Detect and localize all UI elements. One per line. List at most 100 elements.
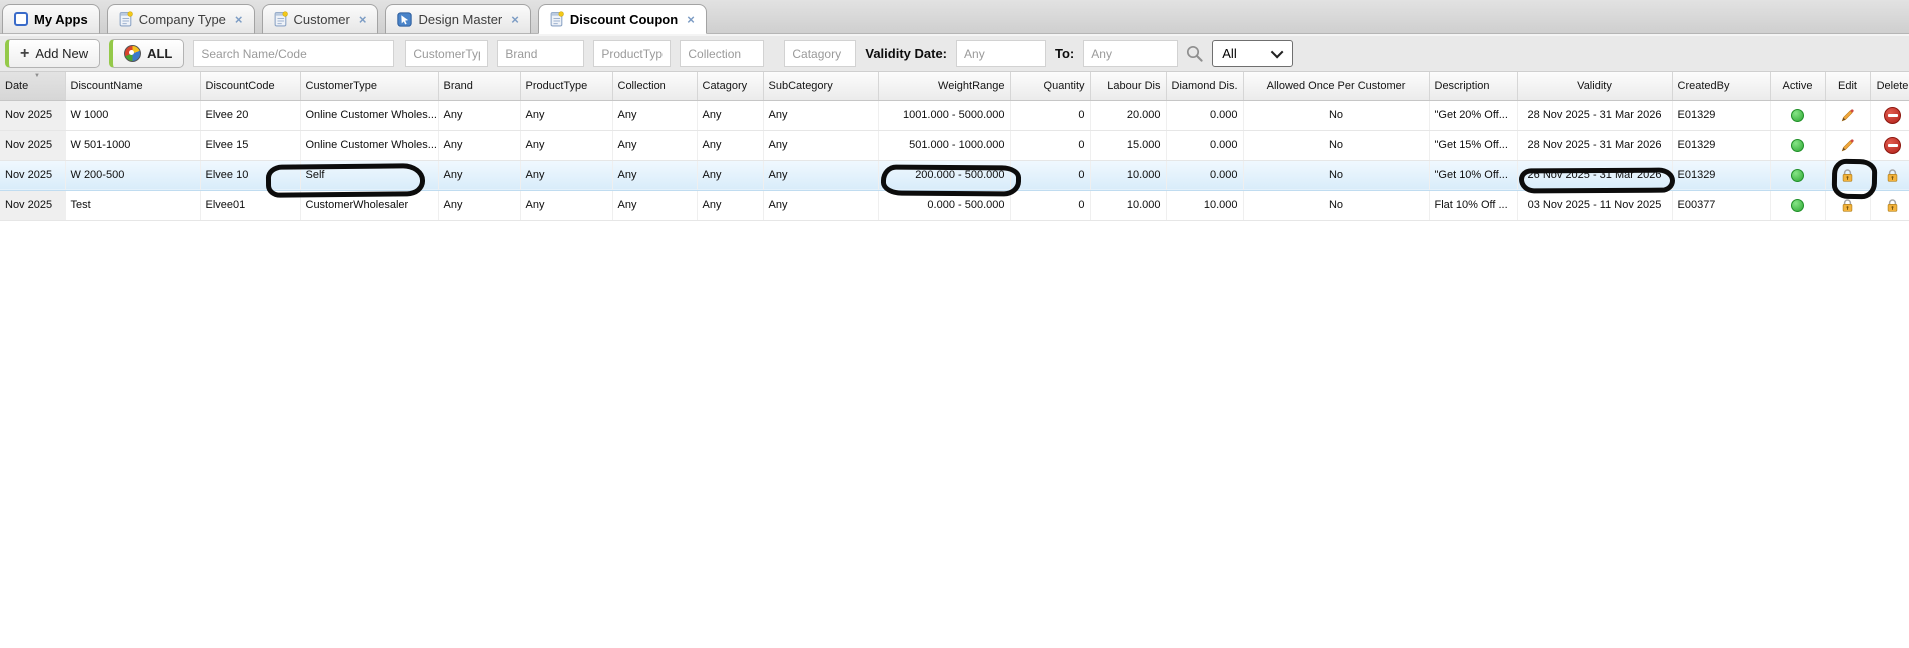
filter-customer-type-input[interactable] xyxy=(405,40,488,67)
close-icon[interactable]: × xyxy=(511,12,519,27)
cell-edit xyxy=(1825,160,1870,190)
cell-allowed_once: No xyxy=(1243,130,1429,160)
cell-catagory: Any xyxy=(697,130,763,160)
cell-allowed_once: No xyxy=(1243,160,1429,190)
cell-created_by: E01329 xyxy=(1672,160,1770,190)
table-row[interactable]: Nov 2025W 200-500Elvee 10SelfAnyAnyAnyAn… xyxy=(0,160,1909,190)
cell-allowed_once: No xyxy=(1243,190,1429,220)
tab-customer[interactable]: Customer× xyxy=(262,4,379,34)
cell-validity: 28 Nov 2025 - 31 Mar 2026 xyxy=(1517,100,1672,130)
column-header-validity[interactable]: Validity xyxy=(1517,72,1672,100)
table-row[interactable]: Nov 2025TestElvee01CustomerWholesalerAny… xyxy=(0,190,1909,220)
cell-quantity: 0 xyxy=(1010,160,1090,190)
filter-collection-input[interactable] xyxy=(680,40,764,67)
cell-labour_dis: 15.000 xyxy=(1090,130,1166,160)
tab-label: Design Master xyxy=(418,12,502,27)
validity-to-input[interactable] xyxy=(1083,40,1178,67)
cell-sub_category: Any xyxy=(763,130,878,160)
cell-delete xyxy=(1870,100,1909,130)
column-header-date[interactable]: Date▼ xyxy=(0,72,65,100)
column-header-discount_name[interactable]: DiscountName xyxy=(65,72,200,100)
column-header-active[interactable]: Active xyxy=(1770,72,1825,100)
column-header-discount_code[interactable]: DiscountCode xyxy=(200,72,300,100)
cell-active xyxy=(1770,160,1825,190)
column-header-weight_range[interactable]: WeightRange xyxy=(878,72,1010,100)
cell-date: Nov 2025 xyxy=(0,190,65,220)
edit-button[interactable] xyxy=(1840,168,1855,183)
grid-area: Date▼DiscountNameDiscountCodeCustomerTyp… xyxy=(0,72,1909,221)
delete-button[interactable] xyxy=(1884,107,1901,124)
cell-validity: 28 Nov 2025 - 31 Mar 2026 xyxy=(1517,130,1672,160)
column-header-created_by[interactable]: CreatedBy xyxy=(1672,72,1770,100)
cell-created_by: E01329 xyxy=(1672,130,1770,160)
column-header-diamond_dis[interactable]: Diamond Dis. xyxy=(1166,72,1243,100)
cell-edit xyxy=(1825,100,1870,130)
tab-my-apps[interactable]: My Apps xyxy=(2,4,100,34)
column-header-customer_type[interactable]: CustomerType xyxy=(300,72,438,100)
edit-button[interactable] xyxy=(1840,108,1855,123)
column-header-labour_dis[interactable]: Labour Dis xyxy=(1090,72,1166,100)
tab-design-master[interactable]: Design Master × xyxy=(385,4,530,34)
cell-catagory: Any xyxy=(697,190,763,220)
cell-discount_code: Elvee 20 xyxy=(200,100,300,130)
toolbar: + Add New ALL Validity Date: To: All xyxy=(0,34,1909,72)
close-icon[interactable]: × xyxy=(359,12,367,27)
column-header-catagory[interactable]: Catagory xyxy=(697,72,763,100)
pencil-icon xyxy=(1840,138,1855,153)
cell-validity: 03 Nov 2025 - 11 Nov 2025 xyxy=(1517,190,1672,220)
cell-diamond_dis: 0.000 xyxy=(1166,100,1243,130)
column-header-sub_category[interactable]: SubCategory xyxy=(763,72,878,100)
tab-company-type[interactable]: Company Type× xyxy=(107,4,255,34)
no-entry-icon xyxy=(1884,137,1901,154)
status-filter-select[interactable]: All xyxy=(1212,40,1293,67)
column-header-collection[interactable]: Collection xyxy=(612,72,697,100)
delete-button[interactable] xyxy=(1884,137,1901,154)
column-header-brand[interactable]: Brand xyxy=(438,72,520,100)
table-row[interactable]: Nov 2025W 501-1000Elvee 15Online Custome… xyxy=(0,130,1909,160)
cell-catagory: Any xyxy=(697,100,763,130)
column-header-delete[interactable]: Delete xyxy=(1870,72,1909,100)
discount-table: Date▼DiscountNameDiscountCodeCustomerTyp… xyxy=(0,72,1909,221)
validity-from-input[interactable] xyxy=(956,40,1046,67)
edit-button[interactable] xyxy=(1840,198,1855,213)
cell-delete xyxy=(1870,190,1909,220)
cell-weight_range: 1001.000 - 5000.000 xyxy=(878,100,1010,130)
lock-icon xyxy=(1885,168,1900,183)
column-header-allowed_once[interactable]: Allowed Once Per Customer xyxy=(1243,72,1429,100)
cell-sub_category: Any xyxy=(763,190,878,220)
add-new-button[interactable]: + Add New xyxy=(5,39,100,68)
column-header-quantity[interactable]: Quantity xyxy=(1010,72,1090,100)
search-icon[interactable] xyxy=(1185,44,1204,63)
filter-product-type-input[interactable] xyxy=(593,40,671,67)
delete-button[interactable] xyxy=(1885,168,1900,183)
active-indicator[interactable] xyxy=(1791,139,1804,152)
all-filter-button[interactable]: ALL xyxy=(109,39,184,68)
column-header-product_type[interactable]: ProductType xyxy=(520,72,612,100)
column-header-edit[interactable]: Edit xyxy=(1825,72,1870,100)
cell-customer_type: Self xyxy=(300,160,438,190)
cell-discount_name: Test xyxy=(65,190,200,220)
active-indicator[interactable] xyxy=(1791,109,1804,122)
edit-button[interactable] xyxy=(1840,138,1855,153)
cell-customer_type: Online Customer Wholes... xyxy=(300,130,438,160)
search-input[interactable] xyxy=(193,40,394,67)
cell-collection: Any xyxy=(612,190,697,220)
tab-discount-coupon[interactable]: Discount Coupon× xyxy=(538,4,707,34)
filter-brand-input[interactable] xyxy=(497,40,584,67)
cell-discount_code: Elvee 15 xyxy=(200,130,300,160)
page-icon xyxy=(550,11,564,27)
cell-quantity: 0 xyxy=(1010,190,1090,220)
cell-collection: Any xyxy=(612,160,697,190)
active-indicator[interactable] xyxy=(1791,199,1804,212)
close-icon[interactable]: × xyxy=(687,12,695,27)
column-header-description[interactable]: Description xyxy=(1429,72,1517,100)
delete-button[interactable] xyxy=(1885,198,1900,213)
table-row[interactable]: Nov 2025W 1000Elvee 20Online Customer Wh… xyxy=(0,100,1909,130)
cell-discount_name: W 1000 xyxy=(65,100,200,130)
cell-validity: 26 Nov 2025 - 31 Mar 2026 xyxy=(1517,160,1672,190)
cell-quantity: 0 xyxy=(1010,100,1090,130)
close-icon[interactable]: × xyxy=(235,12,243,27)
active-indicator[interactable] xyxy=(1791,169,1804,182)
cell-catagory: Any xyxy=(697,160,763,190)
filter-catagory-input[interactable] xyxy=(784,40,856,67)
